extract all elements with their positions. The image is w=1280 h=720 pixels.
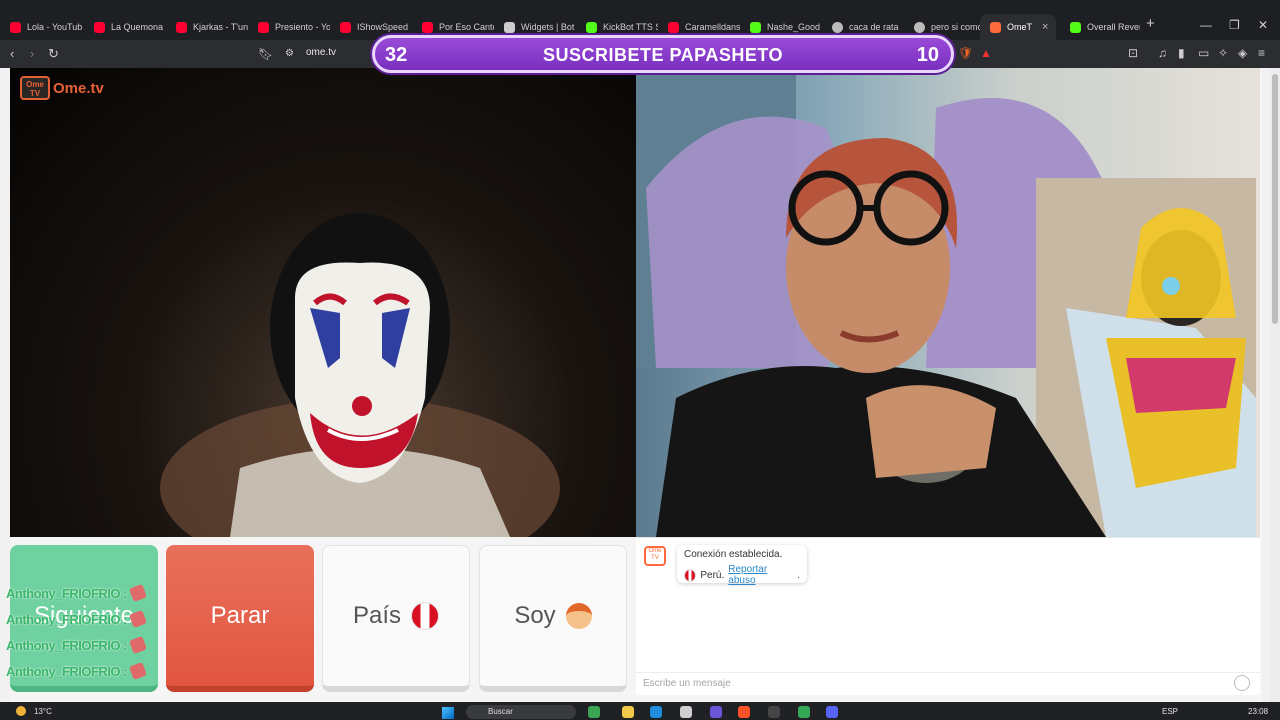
url-field[interactable]: ome.tv <box>306 47 336 58</box>
youtube-icon <box>422 21 433 33</box>
emote-icon <box>129 636 147 654</box>
chrome-icon[interactable] <box>798 706 810 718</box>
chat-overlay-line: Anthony_FRIOFRIO : <box>6 580 176 606</box>
taskbar-search[interactable]: Buscar <box>466 705 576 719</box>
vpn-icon[interactable]: ◈ <box>1238 46 1247 60</box>
edge-icon[interactable] <box>650 706 662 718</box>
wallet-icon[interactable]: ▭ <box>1198 46 1209 60</box>
banner-title: SUSCRIBETE PAPASHETO <box>542 45 784 65</box>
tab-lola[interactable]: Lola - YouTub <box>0 14 84 40</box>
system-message-bubble: Conexión establecida. Perú. Reportar abu… <box>677 545 807 586</box>
emote-icon <box>129 584 147 602</box>
stream-chat-overlay: Anthony_FRIOFRIO : Anthony_FRIOFRIO : An… <box>6 580 176 684</box>
site-info-icon[interactable]: ⚙ <box>285 45 294 63</box>
tab-overall-rever[interactable]: Overall Rever <box>1060 14 1140 40</box>
new-tab-button[interactable]: + <box>1146 15 1155 32</box>
peru-flag-icon <box>684 568 697 582</box>
restore-icon[interactable]: ❐ <box>1229 18 1240 32</box>
media-icon[interactable]: ♫ <box>1158 46 1167 60</box>
close-tab-icon[interactable]: × <box>1042 21 1048 33</box>
web-icon <box>914 21 925 33</box>
youtube-icon <box>94 21 105 33</box>
kick-icon <box>1070 21 1081 33</box>
browser-tab-strip: Lola - YouTub La Quemona Kjarkas - T'un … <box>0 0 1280 40</box>
scrollbar-thumb[interactable] <box>1272 74 1278 324</box>
message-input-placeholder: Escribe un mensaje <box>643 678 731 689</box>
message-input[interactable]: Escribe un mensaje <box>636 672 1260 694</box>
partner-country: Perú. <box>700 569 725 581</box>
tab-presiento[interactable]: Presiento - Yo <box>248 14 330 40</box>
peru-flag-icon <box>411 602 440 630</box>
leo-ai-icon[interactable]: ✧ <box>1218 46 1228 60</box>
country-button-label: País <box>352 602 402 629</box>
weather-icon <box>16 706 26 716</box>
ometv-logo-box: Ome TV <box>20 76 50 100</box>
sidebar-icon[interactable]: ▮ <box>1178 46 1185 60</box>
tab-ometv-active[interactable]: OmeT × <box>980 14 1056 40</box>
stream-overlay-banner: 32 SUSCRIBETE PAPASHETO 10 <box>372 35 954 73</box>
bookmark-icon[interactable]: 🔖︎ <box>258 45 273 63</box>
taskbar-app-icon[interactable] <box>710 706 722 718</box>
windows-taskbar: 13°C Buscar ESP 23:08 <box>0 702 1280 720</box>
country-button[interactable]: País <box>322 545 470 692</box>
emoji-icon[interactable] <box>1234 675 1250 691</box>
masked-person-image <box>160 213 560 537</box>
emote-icon <box>129 610 147 628</box>
minimize-icon[interactable]: — <box>1200 18 1212 32</box>
remote-video <box>636 68 1260 537</box>
ometv-logo-text: Ome.tv <box>53 79 104 97</box>
brave-shield-icon[interactable]: 🛡︎ <box>958 46 973 60</box>
ometv-chat-avatar: Ome TV <box>644 546 666 566</box>
youtube-icon <box>176 21 187 33</box>
discord-icon[interactable] <box>826 706 838 718</box>
taskbar-app-icon[interactable] <box>768 706 780 718</box>
forward-icon[interactable]: › <box>30 45 34 63</box>
store-icon[interactable] <box>680 706 692 718</box>
gender-button-label: Soy <box>514 602 556 629</box>
boy-emoji-icon <box>565 603 592 629</box>
brave-rewards-icon[interactable]: ▲ <box>980 46 992 60</box>
start-icon[interactable] <box>442 707 454 719</box>
kick-icon <box>750 21 761 33</box>
ometv-icon <box>990 21 1001 33</box>
youtube-icon <box>668 21 679 33</box>
tab-kjarkas[interactable]: Kjarkas - T'un <box>166 14 248 40</box>
country-line: Perú. Reportar abuso. <box>684 564 800 586</box>
connection-status: Conexión establecida. <box>684 549 783 560</box>
weather-temp[interactable]: 13°C <box>34 707 52 716</box>
input-language[interactable]: ESP <box>1162 707 1178 716</box>
chat-overlay-line: Anthony_FRIOFRIO : <box>6 658 176 684</box>
partner-person-image <box>636 68 1256 537</box>
file-explorer-icon[interactable] <box>622 706 634 718</box>
report-abuse-link[interactable]: Reportar abuso <box>728 564 793 586</box>
stop-button[interactable]: Parar <box>166 545 314 692</box>
youtube-icon <box>10 21 21 33</box>
tab-la-quemona[interactable]: La Quemona <box>84 14 166 40</box>
report-suffix: . <box>797 569 800 581</box>
emote-icon <box>129 662 147 680</box>
youtube-icon <box>258 21 269 33</box>
back-icon[interactable]: ‹ <box>10 45 14 63</box>
brave-icon[interactable] <box>738 706 750 718</box>
youtube-icon <box>340 21 351 33</box>
chat-overlay-line: Anthony_FRIOFRIO : <box>6 632 176 658</box>
screenshot-icon[interactable]: ⊡ <box>1128 46 1138 60</box>
web-icon <box>832 21 843 33</box>
taskbar-app-icon[interactable] <box>588 706 600 718</box>
reload-icon[interactable]: ↻ <box>48 45 59 63</box>
page-scrollbar[interactable] <box>1270 68 1280 702</box>
taskbar-clock[interactable]: 23:08 <box>1248 707 1268 716</box>
kick-icon <box>586 21 597 33</box>
local-video <box>10 68 636 537</box>
stop-button-label: Parar <box>210 601 270 629</box>
gender-button[interactable]: Soy <box>479 545 627 692</box>
widget-icon <box>504 21 515 33</box>
banner-right-counter: 10 <box>916 44 939 66</box>
ometv-logo[interactable]: Ome TV Ome.tv <box>20 76 104 100</box>
chat-overlay-line: Anthony_FRIOFRIO : <box>6 606 176 632</box>
menu-icon[interactable]: ≡ <box>1258 46 1265 60</box>
close-window-icon[interactable]: ✕ <box>1258 18 1268 32</box>
